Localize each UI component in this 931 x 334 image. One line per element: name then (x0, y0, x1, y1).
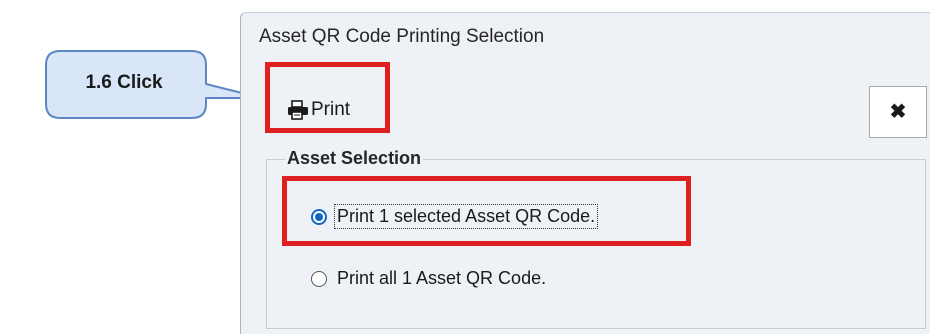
asset-selection-group (266, 159, 926, 329)
dialog-title: Asset QR Code Printing Selection (259, 26, 545, 47)
radio-button-checked[interactable] (311, 208, 327, 225)
radio-label-print-all: Print all 1 Asset QR Code. (337, 268, 547, 288)
printer-icon (287, 100, 309, 120)
close-icon: ✖ (889, 101, 907, 123)
radio-print-selected[interactable]: Print 1 selected Asset QR Code. (311, 204, 599, 229)
radio-button-unchecked[interactable] (311, 270, 327, 287)
qr-print-dialog: Asset QR Code Printing Selection Print ✖… (240, 12, 930, 334)
radio-label-print-selected: Print 1 selected Asset QR Code. (333, 204, 599, 229)
callout-label: 1.6 Click (85, 72, 163, 93)
radio-print-all[interactable]: Print all 1 Asset QR Code. (311, 267, 548, 290)
asset-selection-title: Asset Selection (285, 148, 424, 169)
print-button[interactable]: Print (267, 79, 385, 141)
print-button-label: Print (311, 99, 351, 120)
close-button[interactable]: ✖ (869, 86, 927, 138)
